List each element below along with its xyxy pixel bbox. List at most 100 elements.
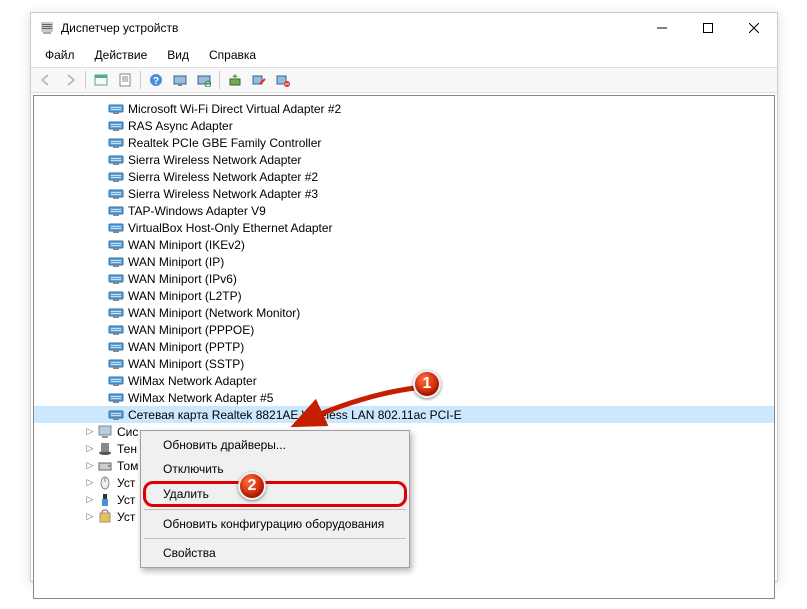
device-item[interactable]: TAP-Windows Adapter V9: [34, 202, 774, 219]
device-item[interactable]: Sierra Wireless Network Adapter: [34, 151, 774, 168]
expand-icon[interactable]: ▷: [84, 443, 96, 454]
expand-icon[interactable]: ▷: [84, 477, 96, 488]
window-controls: [639, 13, 777, 43]
toolbar: ?: [31, 67, 777, 93]
device-item[interactable]: WAN Miniport (Network Monitor): [34, 304, 774, 321]
context-menu: Обновить драйверы... Отключить Удалить О…: [140, 430, 410, 568]
view-button[interactable]: [169, 69, 191, 91]
device-item[interactable]: WAN Miniport (PPTP): [34, 338, 774, 355]
forward-button[interactable]: [59, 69, 81, 91]
network-adapter-icon: [108, 322, 124, 338]
annotation-badge-1: 1: [413, 370, 441, 398]
category-icon: [97, 509, 113, 525]
device-label: WAN Miniport (IP): [128, 255, 224, 269]
maximize-button[interactable]: [685, 13, 731, 43]
uninstall-device-button[interactable]: [272, 69, 294, 91]
expand-icon[interactable]: ▷: [84, 460, 96, 471]
back-button[interactable]: [35, 69, 57, 91]
device-item[interactable]: WAN Miniport (L2TP): [34, 287, 774, 304]
device-label: RAS Async Adapter: [128, 119, 233, 133]
device-item[interactable]: WAN Miniport (IPv6): [34, 270, 774, 287]
app-icon: [39, 20, 55, 36]
properties-button[interactable]: [114, 69, 136, 91]
category-icon: [97, 458, 113, 474]
category-icon: [97, 492, 113, 508]
show-all-button[interactable]: [90, 69, 112, 91]
annotation-badge-2: 2: [238, 472, 266, 500]
device-label: Sierra Wireless Network Adapter #2: [128, 170, 318, 184]
network-adapter-icon: [108, 135, 124, 151]
device-item[interactable]: Sierra Wireless Network Adapter #2: [34, 168, 774, 185]
device-label: Sierra Wireless Network Adapter #3: [128, 187, 318, 201]
device-label: WiMax Network Adapter: [128, 374, 257, 388]
network-adapter-icon: [108, 254, 124, 270]
network-adapter-icon: [108, 356, 124, 372]
device-label: WiMax Network Adapter #5: [128, 391, 273, 405]
device-label: TAP-Windows Adapter V9: [128, 204, 266, 218]
network-adapter-icon: [108, 118, 124, 134]
network-adapter-icon: [108, 152, 124, 168]
device-item[interactable]: Realtek PCIe GBE Family Controller: [34, 134, 774, 151]
separator: [144, 538, 406, 539]
device-label: WAN Miniport (IPv6): [128, 272, 237, 286]
expand-icon[interactable]: ▷: [84, 494, 96, 505]
ctx-delete[interactable]: Удалить: [143, 481, 407, 507]
device-label: VirtualBox Host-Only Ethernet Adapter: [128, 221, 333, 235]
disable-device-button[interactable]: [248, 69, 270, 91]
separator: [219, 71, 220, 89]
network-adapter-icon: [108, 305, 124, 321]
device-item[interactable]: RAS Async Adapter: [34, 117, 774, 134]
category-label: Тен: [117, 442, 137, 456]
update-driver-button[interactable]: [224, 69, 246, 91]
device-label: WAN Miniport (PPTP): [128, 340, 244, 354]
category-label: Уст: [117, 476, 135, 490]
device-label: WAN Miniport (IKEv2): [128, 238, 245, 252]
separator: [85, 71, 86, 89]
menubar: Файл Действие Вид Справка: [31, 43, 777, 67]
category-label: Том: [117, 459, 138, 473]
expand-icon[interactable]: ▷: [84, 426, 96, 437]
network-adapter-icon: [108, 271, 124, 287]
menu-view[interactable]: Вид: [157, 45, 199, 65]
network-adapter-icon: [108, 203, 124, 219]
menu-file[interactable]: Файл: [35, 45, 85, 65]
network-adapter-icon: [108, 169, 124, 185]
scan-button[interactable]: [193, 69, 215, 91]
close-button[interactable]: [731, 13, 777, 43]
device-label: Sierra Wireless Network Adapter: [128, 153, 301, 167]
device-label: WAN Miniport (SSTP): [128, 357, 244, 371]
minimize-button[interactable]: [639, 13, 685, 43]
help-button[interactable]: ?: [145, 69, 167, 91]
device-item[interactable]: WAN Miniport (IKEv2): [34, 236, 774, 253]
device-item[interactable]: WAN Miniport (SSTP): [34, 355, 774, 372]
svg-text:?: ?: [153, 76, 159, 87]
device-item[interactable]: VirtualBox Host-Only Ethernet Adapter: [34, 219, 774, 236]
device-label: WAN Miniport (Network Monitor): [128, 306, 300, 320]
device-label: WAN Miniport (PPPOE): [128, 323, 254, 337]
network-adapter-icon: [108, 237, 124, 253]
window-title: Диспетчер устройств: [61, 21, 639, 35]
annotation-arrow: [280, 380, 430, 440]
network-adapter-icon: [108, 373, 124, 389]
network-adapter-icon: [108, 101, 124, 117]
network-adapter-icon: [108, 186, 124, 202]
titlebar: Диспетчер устройств: [31, 13, 777, 43]
device-item[interactable]: WAN Miniport (PPPOE): [34, 321, 774, 338]
menu-action[interactable]: Действие: [85, 45, 158, 65]
expand-icon[interactable]: ▷: [84, 511, 96, 522]
category-icon: [97, 475, 113, 491]
ctx-disable[interactable]: Отключить: [143, 457, 407, 481]
ctx-rescan[interactable]: Обновить конфигурацию оборудования: [143, 512, 407, 536]
network-adapter-icon: [108, 288, 124, 304]
device-item[interactable]: Microsoft Wi-Fi Direct Virtual Adapter #…: [34, 100, 774, 117]
menu-help[interactable]: Справка: [199, 45, 266, 65]
network-adapter-icon: [108, 220, 124, 236]
device-item[interactable]: WAN Miniport (IP): [34, 253, 774, 270]
category-label: Уст: [117, 493, 135, 507]
category-icon: [97, 424, 113, 440]
ctx-properties[interactable]: Свойства: [143, 541, 407, 565]
category-icon: [97, 441, 113, 457]
network-adapter-icon: [108, 339, 124, 355]
device-item[interactable]: Sierra Wireless Network Adapter #3: [34, 185, 774, 202]
category-label: Сис: [117, 425, 138, 439]
